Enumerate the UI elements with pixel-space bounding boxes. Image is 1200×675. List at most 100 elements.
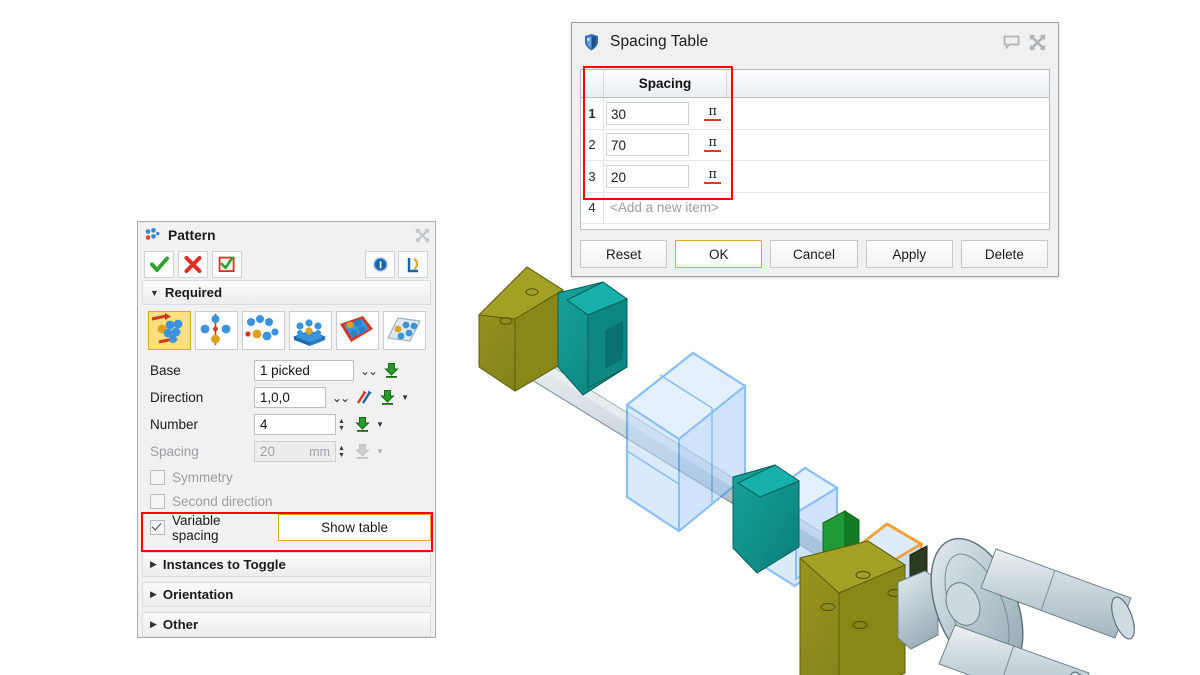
direction-field[interactable]: 1,0,0 xyxy=(254,387,326,408)
section-instances-label: Instances to Toggle xyxy=(162,557,286,572)
flange-olive-right xyxy=(798,540,907,675)
row-second-direction[interactable]: Second direction xyxy=(142,489,431,513)
symmetry-checkbox[interactable] xyxy=(150,469,165,485)
chevron-down-icon[interactable]: ⌄⌄ xyxy=(332,391,350,405)
second-direction-label: Second direction xyxy=(172,493,273,509)
second-direction-checkbox[interactable] xyxy=(150,493,165,509)
base-label: Base xyxy=(150,363,181,378)
chevron-right-icon: ▶ xyxy=(150,559,157,569)
add-new-item-placeholder: <Add a new item> xyxy=(610,199,719,215)
pattern-panel-titlebar[interactable]: Pattern xyxy=(138,222,435,249)
spacing-grid[interactable]: Spacing 1 30 π 2 70 π 3 20 π 4 <Add a ne… xyxy=(580,69,1050,230)
preview-icon-button[interactable] xyxy=(212,251,242,278)
model-viewport[interactable] xyxy=(455,255,1200,675)
row-variable-spacing[interactable]: Variable spacing Show table xyxy=(142,513,431,543)
spacing-value-input[interactable]: 30 xyxy=(606,101,689,125)
number-stepper[interactable]: ▲ ▼ xyxy=(336,414,347,435)
dropdown-caret-icon: ▼ xyxy=(376,447,384,456)
grid-header-spacing: Spacing xyxy=(603,70,727,98)
row-spacing-cell[interactable]: 70 π xyxy=(603,129,727,161)
pattern-type-row xyxy=(142,311,431,357)
row-index: 4 xyxy=(581,192,604,224)
apply-button[interactable]: Apply xyxy=(865,240,953,268)
ok-icon-button[interactable] xyxy=(144,251,174,278)
cancel-button[interactable]: Cancel xyxy=(770,240,858,268)
cancel-icon-button[interactable] xyxy=(178,251,208,278)
spacing-value-input[interactable]: 70 xyxy=(606,133,689,157)
row-empty-cell xyxy=(726,192,1049,224)
pattern-type-circular[interactable] xyxy=(242,311,285,350)
row-index: 2 xyxy=(581,129,604,161)
row-spacing-cell[interactable]: 20 π xyxy=(603,160,727,193)
required-body: Base 1 picked ⌄⌄ Direction 1,0,0 ⌄⌄ ▼ Nu… xyxy=(142,305,431,547)
spacing-table-dialog[interactable]: Spacing Table Spacing 1 30 π 2 70 π 3 20… xyxy=(571,22,1059,277)
formula-pi-button[interactable]: π xyxy=(699,132,727,157)
formula-pi-button[interactable]: π xyxy=(699,164,727,189)
pattern-toolbar xyxy=(138,249,435,280)
pattern-type-linear[interactable] xyxy=(148,311,191,350)
spacing-table-title: Spacing Table xyxy=(610,33,709,50)
app-shield-icon xyxy=(585,33,598,50)
number-field[interactable]: 4 xyxy=(254,414,336,435)
spacing-table-titlebar[interactable]: Spacing Table xyxy=(572,23,1058,61)
variable-spacing-checkbox[interactable] xyxy=(150,520,165,535)
grid-header-index xyxy=(581,70,604,98)
bracket-icon-button[interactable] xyxy=(398,251,428,278)
row-empty-cell xyxy=(726,97,1049,130)
number-label: Number xyxy=(150,417,199,432)
table-row[interactable]: 2 70 π xyxy=(581,129,1049,161)
row-index: 3 xyxy=(581,160,604,193)
section-other[interactable]: ▶ Other xyxy=(142,612,431,637)
row-symmetry[interactable]: Symmetry xyxy=(142,465,431,489)
field-row-base: Base 1 picked ⌄⌄ xyxy=(142,357,431,384)
row-spacing-cell[interactable]: 30 π xyxy=(603,97,727,130)
section-other-label: Other xyxy=(162,617,199,632)
base-field[interactable]: 1 picked xyxy=(254,360,354,381)
chevron-right-icon: ▶ xyxy=(150,619,157,629)
spacing-stepper: ▲ ▼ xyxy=(338,444,345,459)
comment-icon[interactable] xyxy=(998,30,1024,54)
spacing-unit: mm xyxy=(309,444,330,459)
axis-flip-icon[interactable] xyxy=(355,389,373,406)
reset-button[interactable]: Reset xyxy=(580,240,668,268)
spacing-value-input[interactable]: 20 xyxy=(606,164,689,188)
spacing-value: 20 xyxy=(260,444,275,459)
section-orientation-label: Orientation xyxy=(162,587,234,602)
pattern-type-fill[interactable] xyxy=(289,311,332,350)
pattern-type-mirror[interactable] xyxy=(195,311,238,350)
close-icon[interactable] xyxy=(1024,30,1050,54)
chevron-down-icon: ▼ xyxy=(150,287,159,298)
add-new-item-cell[interactable]: <Add a new item> xyxy=(603,192,727,224)
add-new-item-row[interactable]: 4 <Add a new item> xyxy=(581,192,1049,224)
ok-button[interactable]: OK xyxy=(675,240,763,268)
dropdown-caret-icon[interactable]: ▼ xyxy=(376,420,384,429)
pattern-instance-1 xyxy=(625,351,747,534)
dropdown-caret-icon[interactable]: ▼ xyxy=(401,393,409,402)
field-row-number: Number 4 ▲ ▼ ▼ xyxy=(142,411,431,438)
pick-green-icon[interactable] xyxy=(383,362,400,379)
chevron-down-icon[interactable]: ⌄⌄ xyxy=(360,364,378,378)
pattern-close-icon[interactable] xyxy=(409,224,435,248)
flange-teal-left xyxy=(557,281,629,396)
pattern-type-curve[interactable] xyxy=(336,311,379,350)
pattern-type-surface[interactable] xyxy=(383,311,426,350)
table-row[interactable]: 3 20 π xyxy=(581,160,1049,193)
info-icon-button[interactable] xyxy=(365,251,395,278)
section-orientation[interactable]: ▶ Orientation xyxy=(142,582,431,607)
formula-pi-button[interactable]: π xyxy=(699,101,727,126)
show-table-button[interactable]: Show table xyxy=(278,514,431,541)
spacing-label: Spacing xyxy=(150,444,199,459)
grid-header-empty xyxy=(726,70,1049,98)
spacing-field: 20 mm xyxy=(254,441,336,462)
pick-green-icon[interactable] xyxy=(379,389,396,406)
section-instances-to-toggle[interactable]: ▶ Instances to Toggle xyxy=(142,552,431,577)
pick-green-icon[interactable] xyxy=(354,416,371,433)
row-index: 1 xyxy=(581,97,604,130)
section-required[interactable]: ▼ Required xyxy=(142,280,431,305)
delete-button[interactable]: Delete xyxy=(960,240,1049,268)
table-row[interactable]: 1 30 π xyxy=(581,97,1049,130)
pattern-panel-title: Pattern xyxy=(168,228,216,243)
pattern-panel[interactable]: Pattern ▼ Required Base 1 picked ⌄⌄ Dire… xyxy=(137,221,436,638)
grid-header-row: Spacing xyxy=(581,70,1049,98)
pick-green-icon xyxy=(354,443,371,460)
